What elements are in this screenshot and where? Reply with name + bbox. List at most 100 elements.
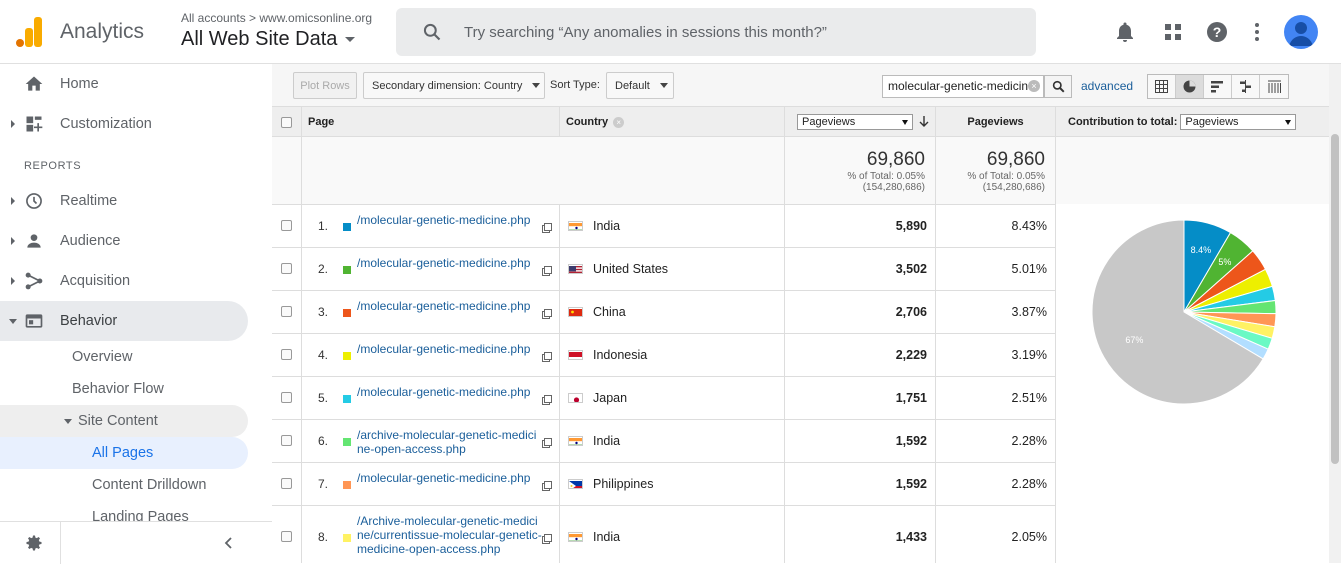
- sidebar-item-site-content[interactable]: Site Content: [0, 405, 248, 437]
- sort-arrow-down-icon[interactable]: [919, 116, 929, 128]
- row-checkbox[interactable]: [281, 263, 292, 274]
- page-path-link[interactable]: /molecular-genetic-medicine.php: [357, 342, 543, 356]
- external-link-icon[interactable]: [542, 223, 552, 233]
- row-number: 3.: [317, 305, 328, 319]
- select-all-checkbox[interactable]: [281, 116, 292, 128]
- contribution-select-dropdown[interactable]: Pageviews: [1180, 114, 1297, 130]
- bell-icon[interactable]: [1113, 20, 1137, 44]
- table-row: 5. /molecular-genetic-medicine.php Japan 1,…: [272, 377, 1056, 420]
- sidebar-item-label: Behavior: [60, 313, 118, 329]
- percent-value: 2.51%: [1011, 391, 1047, 405]
- row-checkbox-cell: [272, 377, 302, 419]
- clear-filter-icon[interactable]: ×: [1028, 80, 1040, 92]
- search-input[interactable]: [464, 22, 1004, 42]
- page-path-link[interactable]: /molecular-genetic-medicine.php: [357, 299, 543, 313]
- country-name[interactable]: United States: [593, 262, 668, 276]
- analytics-logo-icon[interactable]: [16, 17, 42, 47]
- row-checkbox[interactable]: [281, 306, 292, 317]
- country-name[interactable]: India: [593, 434, 620, 448]
- flag-cn-icon: [568, 307, 583, 317]
- advanced-filter-link[interactable]: advanced: [1081, 79, 1133, 93]
- row-checkbox[interactable]: [281, 392, 292, 403]
- sidebar-item-all-pages[interactable]: All Pages: [0, 437, 248, 469]
- collapse-chevron-left-icon[interactable]: [221, 535, 237, 551]
- country-name[interactable]: Philippines: [593, 477, 653, 491]
- row-checkbox[interactable]: [281, 435, 292, 446]
- plot-rows-button[interactable]: Plot Rows: [293, 72, 357, 99]
- header-pageviews[interactable]: Pageviews: [936, 107, 1056, 137]
- page-path-link[interactable]: /molecular-genetic-medicine.php: [357, 213, 543, 227]
- sort-type-dropdown[interactable]: Default: [606, 72, 674, 99]
- page-path-link[interactable]: /molecular-genetic-medicine.php: [357, 471, 543, 485]
- table-filter-input[interactable]: molecular-genetic-medicine: [882, 75, 1044, 98]
- page-path-link[interactable]: /molecular-genetic-medicine.php: [357, 385, 543, 399]
- sidebar-item-realtime[interactable]: Realtime: [0, 181, 248, 221]
- table-view-button[interactable]: [1148, 75, 1176, 98]
- gear-icon[interactable]: [24, 533, 44, 553]
- comparison-view-button[interactable]: [1232, 75, 1260, 98]
- country-name[interactable]: Indonesia: [593, 348, 647, 362]
- sidebar-item-audience[interactable]: Audience: [0, 221, 248, 261]
- sidebar-item-behavior-flow[interactable]: Behavior Flow: [0, 373, 248, 405]
- page-path-link[interactable]: /archive-molecular-genetic-medicine-open…: [357, 428, 543, 456]
- header-country[interactable]: Country ×: [560, 107, 785, 137]
- external-link-icon[interactable]: [542, 309, 552, 319]
- header-page[interactable]: Page: [302, 107, 560, 137]
- sidebar-item-overview[interactable]: Overview: [0, 341, 248, 373]
- row-checkbox[interactable]: [281, 220, 292, 231]
- external-link-icon[interactable]: [542, 395, 552, 405]
- view-selector[interactable]: All Web Site Data: [181, 28, 356, 51]
- avatar[interactable]: [1284, 15, 1318, 49]
- flag-in-icon: [568, 532, 583, 542]
- external-link-icon[interactable]: [542, 481, 552, 491]
- page-path-link[interactable]: /Archive-molecular-genetic-medicine/curr…: [357, 514, 543, 556]
- metric-select-dropdown[interactable]: Pageviews: [797, 114, 913, 130]
- percentage-view-button[interactable]: [1176, 75, 1204, 98]
- header-checkbox-cell: [272, 107, 302, 137]
- remove-dimension-icon[interactable]: ×: [613, 116, 625, 128]
- row-checkbox[interactable]: [281, 478, 292, 489]
- sidebar-item-customization[interactable]: Customization: [0, 104, 248, 144]
- sidebar-item-label: Overview: [72, 349, 133, 365]
- pie-slice-label: 67%: [1125, 335, 1143, 345]
- total-percent: % of Total: 0.05%: [967, 171, 1045, 182]
- sidebar-item-behavior[interactable]: Behavior: [0, 301, 248, 341]
- filter-search-button[interactable]: [1044, 75, 1072, 98]
- country-name[interactable]: India: [593, 530, 620, 544]
- grid-view-icon: [1155, 80, 1168, 93]
- series-color-swatch: [343, 534, 351, 542]
- pageviews-cell: 1,751: [785, 377, 936, 419]
- scrollbar-thumb[interactable]: [1331, 134, 1339, 464]
- app-name: Analytics: [60, 20, 145, 43]
- external-link-icon[interactable]: [542, 438, 552, 448]
- external-link-icon[interactable]: [542, 534, 552, 544]
- performance-view-button[interactable]: [1204, 75, 1232, 98]
- pie-view-icon: [1183, 80, 1196, 93]
- country-name[interactable]: China: [593, 305, 626, 319]
- sidebar-item-content-drilldown[interactable]: Content Drilldown: [0, 469, 248, 501]
- country-name[interactable]: India: [593, 219, 620, 233]
- external-link-icon[interactable]: [542, 266, 552, 276]
- row-number: 6.: [317, 434, 328, 448]
- account-breadcrumb[interactable]: All accounts > www.omicsonline.org: [181, 11, 372, 25]
- external-link-icon[interactable]: [542, 352, 552, 362]
- sidebar-item-home[interactable]: Home: [0, 64, 248, 104]
- search-bar[interactable]: [396, 8, 1036, 56]
- row-checkbox[interactable]: [281, 349, 292, 360]
- sidebar-footer: [0, 521, 272, 564]
- sidebar-item-acquisition[interactable]: Acquisition: [0, 261, 248, 301]
- more-vert-icon[interactable]: [1245, 20, 1269, 44]
- clock-icon: [26, 193, 42, 209]
- pageviews-cell: 1,592: [785, 420, 936, 462]
- page-scrollbar[interactable]: [1329, 64, 1341, 563]
- secondary-dimension-dropdown[interactable]: Secondary dimension: Country: [363, 72, 545, 99]
- page-path-link[interactable]: /molecular-genetic-medicine.php: [357, 256, 543, 270]
- pivot-view-button[interactable]: [1260, 75, 1288, 98]
- help-icon[interactable]: ?: [1205, 20, 1229, 44]
- country-cell: India: [560, 420, 785, 462]
- row-checkbox[interactable]: [281, 531, 292, 542]
- country-name[interactable]: Japan: [593, 391, 627, 405]
- pageviews-cell: 5,890: [785, 205, 936, 247]
- sidebar-item-label: Home: [60, 76, 99, 92]
- apps-grid-icon[interactable]: [1161, 20, 1185, 44]
